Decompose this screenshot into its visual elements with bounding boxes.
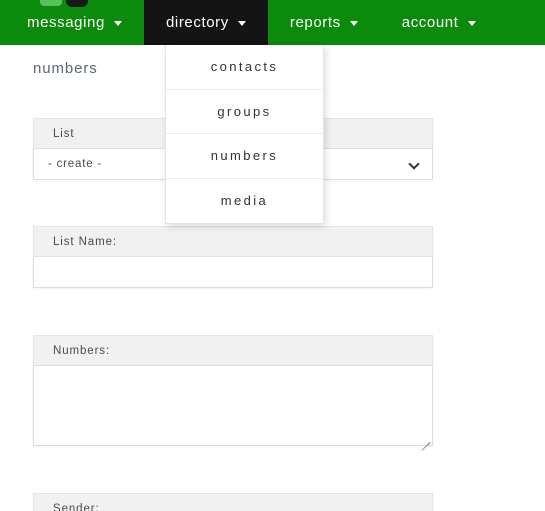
chevron-down-icon — [113, 21, 122, 26]
nav-item-list: messaging directory reports account — [0, 0, 498, 45]
dropdown-item-media[interactable]: media — [166, 178, 323, 223]
dropdown-item-contacts[interactable]: contacts — [166, 45, 323, 90]
nav-item-reports[interactable]: reports — [268, 0, 380, 45]
dropdown-item-numbers-label: numbers — [210, 148, 279, 164]
directory-dropdown-menu: contacts groups numbers media — [165, 45, 324, 224]
nav-item-account-label: account — [401, 14, 459, 31]
dropdown-item-groups[interactable]: groups — [166, 89, 323, 134]
numbers-textarea[interactable] — [33, 366, 433, 446]
nav-item-directory[interactable]: directory — [143, 0, 268, 45]
nav-item-account[interactable]: account — [380, 0, 498, 45]
page-root: messaging directory reports account cont… — [0, 0, 545, 511]
chevron-down-icon — [467, 21, 476, 26]
numbers-field-group: Numbers: — [33, 335, 433, 451]
dropdown-item-groups-label: groups — [217, 103, 272, 119]
nav-item-reports-label: reports — [289, 14, 341, 31]
nav-item-messaging[interactable]: messaging — [0, 0, 144, 45]
list-name-field-label: List Name: — [33, 226, 433, 257]
dropdown-item-numbers[interactable]: numbers — [166, 134, 323, 179]
list-name-field-group: List Name: — [33, 226, 433, 288]
page-title: numbers — [33, 60, 98, 77]
list-name-input[interactable] — [33, 257, 433, 288]
dropdown-item-media-label: media — [220, 193, 269, 209]
numbers-textarea-wrap — [33, 366, 433, 451]
nav-item-directory-label: directory — [165, 14, 229, 31]
dropdown-item-contacts-label: contacts — [210, 59, 279, 75]
nav-item-messaging-label: messaging — [27, 14, 105, 31]
chevron-down-icon — [237, 21, 246, 26]
top-navbar: messaging directory reports account — [0, 0, 545, 45]
sender-field-label: Sender: — [33, 493, 433, 511]
chevron-down-icon — [349, 21, 358, 26]
numbers-field-label: Numbers: — [33, 335, 433, 366]
sender-field-group: Sender: — [33, 493, 433, 511]
